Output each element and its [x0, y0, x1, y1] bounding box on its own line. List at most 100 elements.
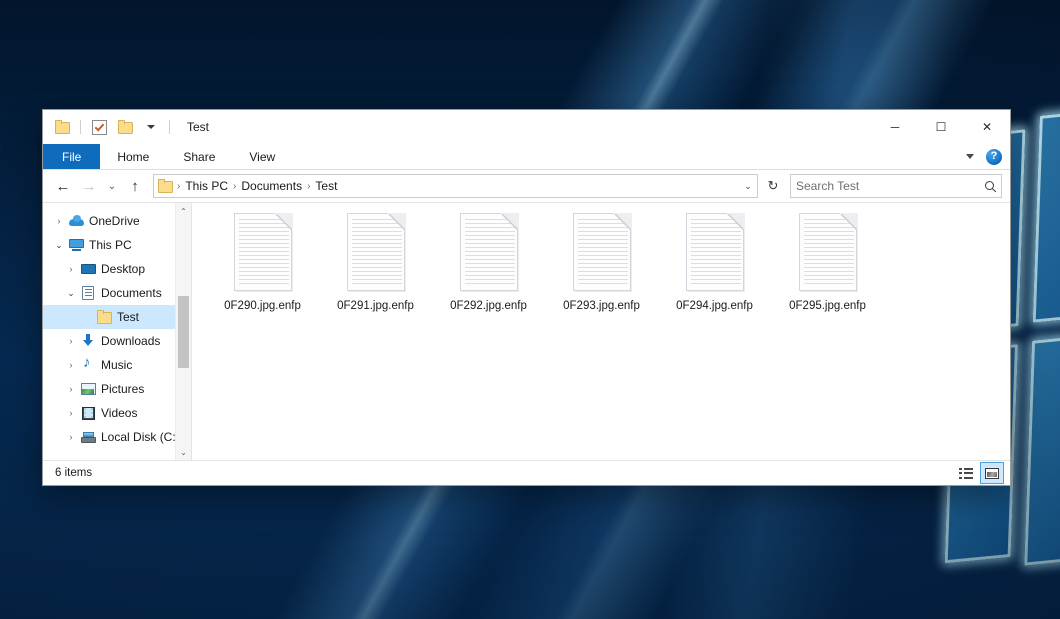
file-name: 0F292.jpg.enfp	[448, 298, 529, 314]
generic-document-icon	[571, 213, 633, 293]
customize-qat-caret-icon	[147, 125, 155, 129]
status-bar: 6 items	[43, 460, 1010, 485]
tab-share[interactable]: Share	[166, 144, 232, 169]
desktop-icon	[79, 264, 97, 275]
address-bar[interactable]: › This PC › Documents › Test ⌄	[153, 174, 758, 198]
folder-tree: › OneDrive ⌄ This PC › Desktop ⌄	[43, 203, 191, 449]
twisty-collapsed-icon[interactable]: ›	[63, 384, 79, 394]
large-icons-view-button[interactable]	[980, 462, 1004, 484]
breadcrumb-documents[interactable]: Documents	[238, 179, 305, 193]
quick-access-toolbar: Test	[43, 110, 209, 144]
music-icon	[79, 358, 97, 372]
twisty-collapsed-icon[interactable]: ›	[63, 408, 79, 418]
twisty-collapsed-icon[interactable]: ›	[51, 216, 67, 226]
twisty-collapsed-icon[interactable]: ›	[63, 360, 79, 370]
sidebar-item-label: Downloads	[101, 334, 160, 348]
twisty-collapsed-icon[interactable]: ›	[63, 264, 79, 274]
window-controls: ─ ☐ ✕	[872, 110, 1010, 144]
breadcrumb-separator-0: ›	[175, 181, 182, 192]
details-view-button[interactable]	[954, 462, 978, 484]
cloud-icon	[67, 216, 85, 226]
qat-new-folder-button[interactable]	[115, 117, 135, 137]
file-list-pane[interactable]: 0F290.jpg.enfp 0F291.jpg.enfp	[191, 203, 1010, 460]
navigation-pane: › OneDrive ⌄ This PC › Desktop ⌄	[43, 203, 191, 460]
qat-customize-button[interactable]	[141, 117, 161, 137]
scrollbar-thumb[interactable]	[178, 296, 189, 368]
minimize-button[interactable]: ─	[872, 110, 918, 144]
properties-checkbox-icon	[92, 120, 107, 135]
file-name: 0F295.jpg.enfp	[787, 298, 868, 314]
title-bar[interactable]: Test ─ ☐ ✕	[43, 110, 1010, 144]
tab-home[interactable]: Home	[100, 144, 166, 169]
sidebar-item-this-pc[interactable]: ⌄ This PC	[43, 233, 191, 257]
sidebar-item-onedrive[interactable]: › OneDrive	[43, 209, 191, 233]
window-title: Test	[187, 120, 209, 134]
folder-icon	[55, 121, 69, 133]
help-icon[interactable]: ?	[986, 149, 1002, 165]
search-icon	[985, 181, 996, 192]
sidebar-item-desktop[interactable]: › Desktop	[43, 257, 191, 281]
file-item[interactable]: 0F291.jpg.enfp	[319, 211, 432, 335]
sidebar-item-label: This PC	[89, 238, 132, 252]
sidebar-item-music[interactable]: › Music	[43, 353, 191, 377]
twisty-collapsed-icon[interactable]: ›	[63, 336, 79, 346]
file-item[interactable]: 0F294.jpg.enfp	[658, 211, 771, 335]
qat-folder-button[interactable]	[52, 117, 72, 137]
pc-icon	[67, 239, 85, 251]
folder-icon	[95, 311, 113, 323]
sidebar-item-label: Pictures	[101, 382, 144, 396]
explorer-body: › OneDrive ⌄ This PC › Desktop ⌄	[43, 202, 1010, 460]
sidebar-item-downloads[interactable]: › Downloads	[43, 329, 191, 353]
up-button[interactable]: ↑	[123, 174, 147, 198]
sidebar-item-pictures[interactable]: › Pictures	[43, 377, 191, 401]
breadcrumb-folder-icon	[158, 180, 172, 192]
file-name: 0F291.jpg.enfp	[335, 298, 416, 314]
breadcrumb-separator-1[interactable]: ›	[231, 181, 238, 192]
scrollbar-track[interactable]	[176, 219, 191, 444]
breadcrumb-test[interactable]: Test	[312, 179, 340, 193]
back-button[interactable]: ←	[51, 174, 75, 198]
navigation-pane-scrollbar[interactable]: ⌃ ⌄	[175, 203, 191, 460]
pictures-icon	[79, 383, 97, 395]
ribbon-right-controls: ?	[966, 144, 1010, 169]
search-box[interactable]: Search Test	[790, 174, 1002, 198]
tab-file[interactable]: File	[43, 144, 100, 169]
sidebar-item-test[interactable]: Test	[43, 305, 191, 329]
refresh-button[interactable]: ↻	[762, 175, 784, 197]
sidebar-item-label: Music	[101, 358, 132, 372]
twisty-expanded-icon[interactable]: ⌄	[51, 240, 67, 251]
sidebar-item-local-disk[interactable]: › Local Disk (C:)	[43, 425, 191, 449]
sidebar-item-videos[interactable]: › Videos	[43, 401, 191, 425]
twisty-collapsed-icon[interactable]: ›	[63, 432, 79, 442]
twisty-expanded-icon[interactable]: ⌄	[63, 288, 79, 299]
breadcrumb-this-pc[interactable]: This PC	[182, 179, 231, 193]
file-explorer-window: Test ─ ☐ ✕ File Home Share View ? ← → ⌄ …	[43, 110, 1010, 485]
file-item[interactable]: 0F295.jpg.enfp	[771, 211, 884, 335]
generic-document-icon	[684, 213, 746, 293]
file-item[interactable]: 0F290.jpg.enfp	[206, 211, 319, 335]
sidebar-item-label: Test	[117, 310, 139, 324]
file-grid: 0F290.jpg.enfp 0F291.jpg.enfp	[192, 203, 1010, 335]
recent-locations-button[interactable]: ⌄	[103, 174, 121, 198]
scroll-down-arrow[interactable]: ⌄	[176, 444, 191, 460]
file-item[interactable]: 0F293.jpg.enfp	[545, 211, 658, 335]
search-input[interactable]: Search Test	[796, 179, 985, 193]
qat-properties-button[interactable]	[89, 117, 109, 137]
address-dropdown-caret-icon[interactable]: ⌄	[739, 176, 757, 196]
chevron-down-icon[interactable]	[966, 154, 974, 159]
address-bar-row: ← → ⌄ ↑ › This PC › Documents › Test ⌄ ↻…	[43, 170, 1010, 202]
generic-document-icon	[232, 213, 294, 293]
maximize-button[interactable]: ☐	[918, 110, 964, 144]
sidebar-item-label: Local Disk (C:)	[101, 430, 180, 444]
file-name: 0F293.jpg.enfp	[561, 298, 642, 314]
breadcrumb-separator-2[interactable]: ›	[305, 181, 312, 192]
file-item[interactable]: 0F292.jpg.enfp	[432, 211, 545, 335]
qat-separator-1	[80, 120, 81, 134]
tab-view[interactable]: View	[232, 144, 292, 169]
ribbon-tab-bar: File Home Share View ?	[43, 144, 1010, 170]
scroll-up-arrow[interactable]: ⌃	[176, 203, 191, 219]
new-folder-icon	[118, 121, 132, 133]
close-button[interactable]: ✕	[964, 110, 1010, 144]
forward-button: →	[77, 174, 101, 198]
sidebar-item-documents[interactable]: ⌄ Documents	[43, 281, 191, 305]
